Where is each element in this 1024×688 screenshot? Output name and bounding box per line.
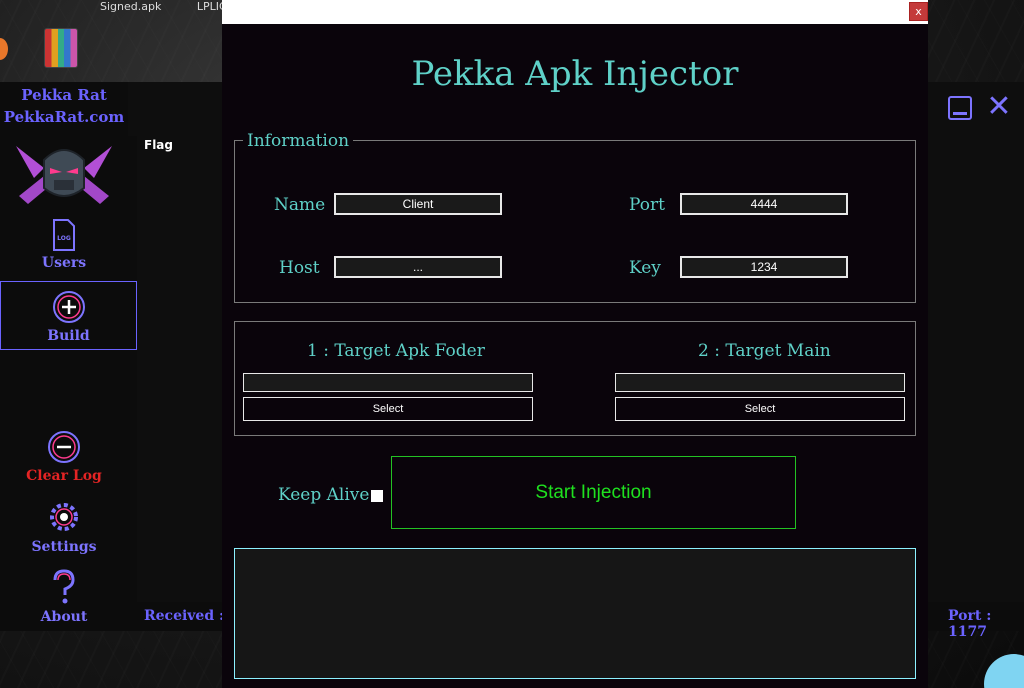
select-main-button[interactable]: Select (615, 397, 905, 421)
brand-name: Pekka Rat (21, 86, 107, 104)
host-label: Host (279, 258, 320, 278)
target-main-field[interactable] (615, 373, 905, 392)
svg-text:LOG: LOG (57, 235, 71, 242)
target-apk-folder-field[interactable] (243, 373, 533, 392)
keep-alive-checkbox[interactable] (371, 490, 383, 502)
listening-port: Port : 1177 (948, 608, 992, 640)
port-label: Port (629, 195, 665, 215)
target-apk-folder-label: 1 : Target Apk Foder (307, 341, 485, 361)
log-file-icon: LOG (53, 219, 75, 251)
information-group: Information (234, 131, 916, 303)
brand-site[interactable]: PekkaRat.com (0, 106, 128, 128)
nav-about[interactable]: About (0, 569, 128, 625)
name-label: Name (274, 195, 326, 215)
minimize-button[interactable] (948, 96, 972, 120)
question-mark-icon (53, 569, 75, 604)
nav-clear-log-label: Clear Log (26, 468, 102, 484)
dialog-titlebar[interactable]: x (222, 0, 928, 24)
nav-about-label: About (40, 609, 88, 625)
host-field[interactable]: ... (334, 256, 502, 278)
archive-icon (44, 28, 78, 68)
rat-header (128, 82, 222, 136)
minus-circle-icon (48, 431, 80, 463)
nav-settings-label: Settings (31, 539, 97, 555)
nav-build[interactable]: Build (0, 281, 137, 350)
nav-settings[interactable]: Settings (0, 499, 128, 555)
plus-circle-icon (52, 291, 85, 323)
apk-injector-dialog: x Pekka Apk Injector Information Name Cl… (222, 0, 928, 688)
key-label: Key (629, 258, 661, 278)
target-main-label: 2 : Target Main (698, 341, 831, 361)
close-window-button[interactable]: ✕ (986, 92, 1012, 122)
key-field[interactable]: 1234 (680, 256, 848, 278)
output-log[interactable] (234, 548, 916, 679)
select-apk-folder-button[interactable]: Select (243, 397, 533, 421)
nav-users-label: Users (41, 255, 87, 271)
information-legend: Information (243, 131, 354, 151)
clients-table[interactable] (137, 136, 222, 602)
start-injection-button[interactable]: Start Injection (391, 456, 796, 529)
port-field[interactable]: 4444 (680, 193, 848, 215)
dialog-title: Pekka Apk Injector (411, 54, 739, 94)
nav-clear-log[interactable]: Clear Log (0, 430, 128, 484)
gear-icon (50, 503, 78, 531)
brand: Pekka Rat PekkaRat.com (0, 84, 128, 128)
rat-right-panel (928, 82, 1024, 602)
nav-build-label: Build (47, 328, 90, 344)
name-field[interactable]: Client (334, 193, 502, 215)
nav-users[interactable]: LOG Users (0, 219, 128, 271)
desktop-drivers-icon[interactable] (44, 28, 78, 72)
desktop-label[interactable]: Signed.apk (100, 0, 161, 13)
keep-alive-label: Keep Alive (278, 485, 370, 505)
dialog-close-button[interactable]: x (909, 2, 928, 21)
pekka-logo-icon (16, 146, 112, 204)
column-header-flag[interactable]: Flag (144, 138, 173, 152)
